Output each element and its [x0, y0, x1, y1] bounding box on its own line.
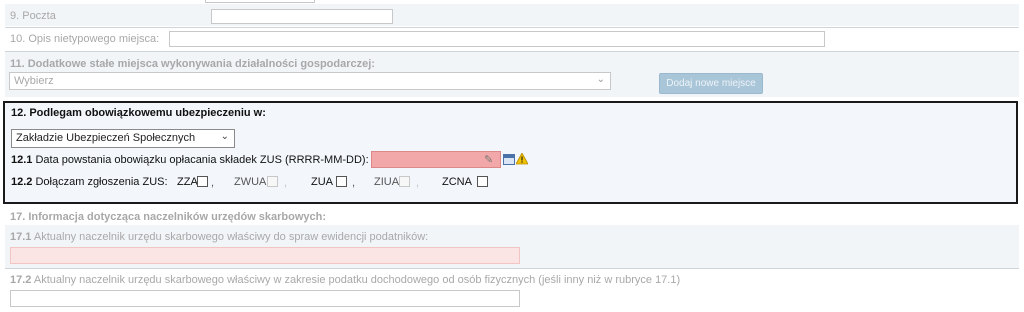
divider: [5, 27, 1019, 28]
dodatkowe-miejsca-select-value: Wybierz: [14, 75, 54, 87]
zcna-checkbox[interactable]: [477, 176, 488, 187]
zua-checkbox[interactable]: [336, 176, 347, 187]
label-poczta: 9. Poczta: [10, 10, 56, 22]
section-12-box: 12. Podlegam obowiązkowemu ubezpieczeniu…: [3, 101, 1018, 204]
section-12-title: 12. Podlegam obowiązkowemu ubezpieczeniu…: [11, 107, 266, 119]
insurance-institution-select[interactable]: Zakładzie Ubezpieczeń Społecznych ⌄: [11, 129, 235, 148]
row-poczta-bg: [5, 4, 1019, 26]
label-17-1-text: Aktualny naczelnik urzędu skarbowego wła…: [33, 231, 429, 243]
chevron-down-icon: ⌄: [596, 74, 605, 85]
option-ziua-label: ZIUA: [374, 176, 400, 188]
zwua-checkbox[interactable]: [267, 176, 278, 187]
label-opis-miejsca: 10. Opis nietypowego miejsca:: [10, 33, 160, 45]
separator-dot: ,: [284, 177, 288, 189]
zza-checkbox[interactable]: [197, 176, 208, 187]
divider: [5, 268, 1019, 269]
date-label-number: 12.1: [11, 154, 33, 166]
naczelnik-ewidencja-input[interactable]: [10, 247, 520, 264]
chevron-down-icon: ⌄: [220, 131, 229, 142]
clear-date-icon[interactable]: ✎: [484, 153, 493, 166]
label-17-2-text: Aktualny naczelnik urzędu skarbowego wła…: [33, 274, 681, 286]
zus-forms-label: 12.2 Dołączam zgłoszenia ZUS:: [11, 176, 168, 188]
option-zua-label: ZUA: [311, 176, 333, 188]
insurance-institution-select-value: Zakładzie Ubezpieczeń Społecznych: [16, 132, 196, 144]
label-17-1: 17.1 Aktualny naczelnik urzędu skarboweg…: [10, 231, 428, 243]
date-label-text: Data powstania obowiązku opłacania skład…: [35, 154, 369, 166]
label-17-2-number: 17.2: [10, 274, 32, 286]
separator-dot: ,: [416, 177, 420, 189]
separator-dot: ,: [352, 177, 356, 189]
option-zwua-label: ZWUA: [234, 176, 267, 188]
zus-forms-label-number: 12.2: [11, 176, 33, 188]
ziua-checkbox[interactable]: [399, 176, 410, 187]
warning-icon: [516, 153, 528, 165]
naczelnik-podatek-input[interactable]: [10, 290, 520, 307]
label-dodatkowe-miejsca: 11. Dodatkowe stałe miejsca wykonywania …: [10, 58, 375, 70]
calendar-icon[interactable]: [503, 154, 515, 165]
poczta-input[interactable]: [211, 9, 393, 24]
dodatkowe-miejsca-select[interactable]: Wybierz ⌄: [9, 72, 611, 90]
top-field-remnant: [205, 0, 315, 3]
label-17-2: 17.2 Aktualny naczelnik urzędu skarboweg…: [10, 274, 680, 286]
zus-date-input[interactable]: [371, 151, 501, 168]
zus-forms-label-text: Dołączam zgłoszenia ZUS:: [35, 176, 168, 188]
section-17-title: 17. Informacja dotycząca naczelników urz…: [10, 211, 327, 223]
add-place-button[interactable]: Dodaj nowe miejsce: [659, 73, 763, 94]
label-17-1-number: 17.1: [10, 231, 32, 243]
opis-miejsca-input[interactable]: [169, 31, 825, 47]
date-label: 12.1 Data powstania obowiązku opłacania …: [11, 154, 369, 166]
option-zza-label: ZZA: [177, 176, 198, 188]
separator-dot: ,: [211, 177, 215, 189]
option-zcna-label: ZCNA: [442, 176, 472, 188]
